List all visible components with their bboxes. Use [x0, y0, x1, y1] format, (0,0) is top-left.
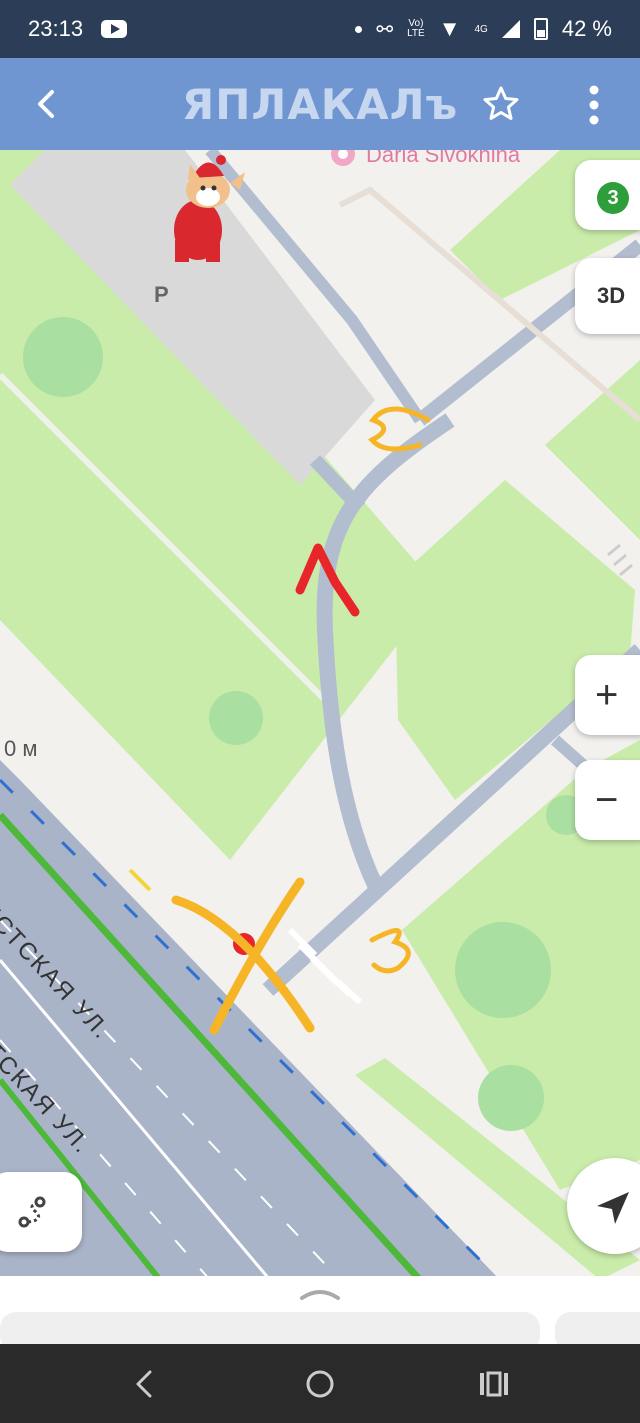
tree — [455, 922, 551, 1018]
status-time: 23:13 — [28, 16, 84, 41]
layers-count: 3 — [607, 186, 619, 209]
signal-icon — [501, 20, 520, 38]
zoom-in-button[interactable]: + — [575, 655, 640, 735]
tree — [23, 317, 103, 397]
bottom-sheet[interactable] — [0, 1276, 640, 1352]
routes-button[interactable] — [0, 1172, 82, 1252]
zoom-out-label: − — [595, 777, 619, 822]
youtube-icon — [101, 20, 127, 38]
layers-button[interactable]: 3 — [575, 160, 640, 230]
poi-label[interactable]: Daria Sivokhina — [366, 150, 520, 168]
annotation-three-mirror: 3 — [380, 408, 381, 409]
zoom-in-label: + — [595, 672, 619, 717]
annotation-three-mirror-stroke — [368, 406, 431, 452]
3d-button[interactable]: 3D — [575, 258, 640, 334]
volte-icon: Vo) LTE — [407, 18, 425, 39]
nav-recents-icon[interactable] — [478, 1370, 510, 1398]
nav-back-icon[interactable] — [130, 1368, 160, 1400]
system-nav-bar — [0, 1344, 640, 1423]
battery-percent: 42 % — [561, 16, 612, 41]
annotation-x-stroke-2 — [209, 877, 305, 1035]
tree — [209, 691, 263, 745]
map-canvas — [0, 150, 640, 1280]
zoom-out-button[interactable]: − — [575, 760, 640, 840]
tree — [478, 1065, 544, 1131]
star-icon[interactable] — [481, 84, 521, 124]
route-icon — [14, 1194, 50, 1230]
park-area — [395, 480, 635, 800]
nav-home-icon[interactable] — [304, 1368, 336, 1400]
annotation-three: 3 — [380, 930, 381, 931]
annotation-x: X — [240, 930, 241, 931]
dot-icon — [355, 25, 363, 33]
status-bar: 23:13 ⚯ Vo) LTE ▼ 4G 42 % — [0, 0, 640, 58]
wifi-icon: ▼ — [438, 16, 461, 41]
navigation-arrow-icon — [593, 1188, 633, 1228]
status-indicators: ⚯ Vo) LTE ▼ 4G 42 % — [355, 16, 612, 42]
link-icon: ⚯ — [376, 18, 394, 41]
3d-label: 3D — [597, 283, 626, 308]
sheet-handle-icon[interactable] — [296, 1282, 344, 1302]
annotation-one: 1 — [300, 542, 301, 543]
parking-label: P — [154, 282, 169, 307]
app-bar: ЯПЛАКАЛъ — [0, 58, 640, 150]
park-area — [545, 360, 640, 540]
layers-count-badge: 3 — [597, 182, 629, 214]
scale-label: 0 м — [4, 736, 38, 761]
app-logo: ЯПЛАКАЛъ — [181, 80, 459, 129]
battery-icon — [533, 18, 548, 40]
annotation-three-stroke — [369, 928, 411, 974]
map-view[interactable]: Daria Sivokhina P 0 м ИСТСКАЯ УЛ. ТСКАЯ … — [0, 150, 640, 1280]
more-vert-icon[interactable] — [584, 84, 604, 126]
network-type: 4G — [474, 23, 488, 35]
